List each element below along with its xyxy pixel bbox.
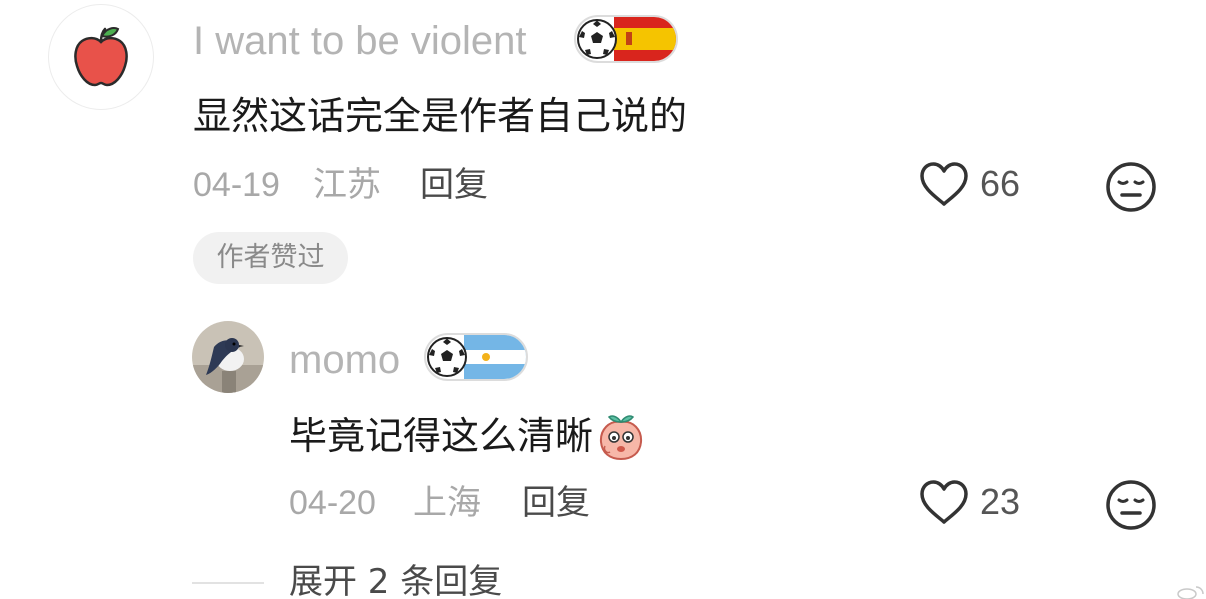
avatar[interactable] bbox=[48, 4, 154, 110]
reply-username[interactable]: momo bbox=[289, 334, 400, 386]
comment-date: 04-19 bbox=[193, 166, 280, 204]
like-button[interactable]: 23 bbox=[918, 478, 1020, 526]
soccer-ball-icon bbox=[577, 19, 617, 59]
like-count: 23 bbox=[980, 481, 1021, 522]
fan-badge[interactable] bbox=[424, 333, 528, 381]
apple-icon bbox=[74, 27, 128, 87]
expand-divider bbox=[192, 582, 264, 584]
reply-avatar[interactable] bbox=[192, 321, 264, 393]
reply-date: 04-20 bbox=[289, 484, 376, 522]
reply-button[interactable]: 回复 bbox=[522, 481, 590, 525]
reply-text: 毕竟记得这么清晰 bbox=[289, 414, 594, 458]
comment-location: 江苏 bbox=[313, 166, 381, 204]
reply-location: 上海 bbox=[413, 484, 481, 522]
bird-photo-avatar bbox=[192, 321, 264, 393]
dislike-face-icon[interactable] bbox=[1105, 161, 1157, 213]
like-button[interactable]: 66 bbox=[918, 160, 1020, 208]
heart-icon bbox=[920, 162, 968, 206]
reply-button[interactable]: 回复 bbox=[420, 163, 488, 207]
reply-text-row: 毕竟记得这么清晰 bbox=[289, 410, 647, 462]
comment-username[interactable]: I want to be violent bbox=[193, 15, 527, 67]
dislike-face-icon[interactable] bbox=[1105, 479, 1157, 531]
expand-replies-button[interactable]: 展开 2 条回复 bbox=[289, 560, 502, 599]
soccer-ball-icon bbox=[427, 337, 467, 377]
author-liked-tag: 作者赞过 bbox=[193, 232, 348, 284]
fan-badge[interactable] bbox=[574, 15, 678, 63]
spain-flag-icon bbox=[614, 17, 676, 61]
comment-text: 显然这话完全是作者自己说的 bbox=[193, 94, 688, 138]
like-count: 66 bbox=[980, 163, 1021, 204]
heart-icon bbox=[920, 480, 968, 524]
peach-emoji-icon bbox=[600, 415, 643, 461]
watermark-icon bbox=[1177, 586, 1204, 599]
argentina-flag-icon bbox=[464, 335, 526, 379]
